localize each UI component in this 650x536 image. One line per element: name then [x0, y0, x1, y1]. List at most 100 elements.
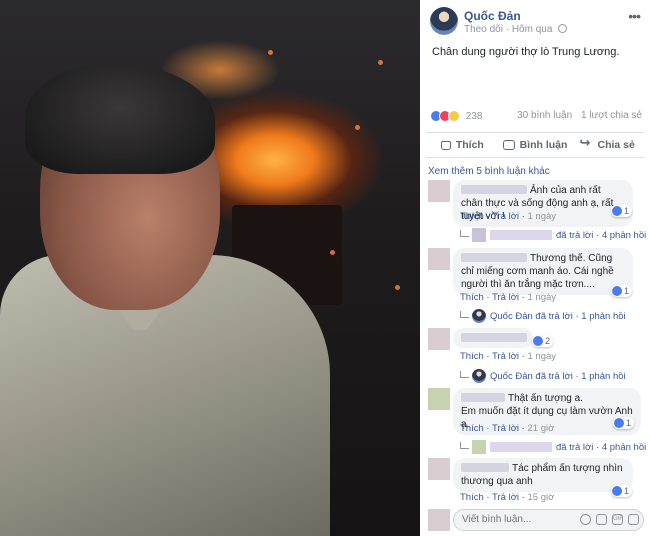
- comment-bubble: Tác phẩm ấn tượng nhìn thương qua anh: [453, 458, 633, 492]
- comment-like-link[interactable]: Thích: [460, 351, 484, 362]
- comment-like-link[interactable]: Thích: [460, 211, 484, 222]
- reply-summary[interactable]: Quốc Đản đã trả lời · 1 phản hồi: [460, 309, 626, 323]
- comment-time[interactable]: 1 ngày: [528, 351, 557, 362]
- comment-composer: GIF: [428, 508, 644, 534]
- replier-avatar: [472, 228, 486, 242]
- comment-actions: Thích · Trả lời · 1 ngày: [460, 211, 557, 222]
- current-user-avatar: [428, 509, 450, 531]
- share-button[interactable]: Chia sẻ: [571, 133, 644, 157]
- comment-time[interactable]: 1 ngày: [528, 211, 557, 222]
- comment-actions: Thích · Trả lời · 1 ngày: [460, 292, 557, 303]
- camera-icon[interactable]: [596, 514, 607, 525]
- replier-name: Quốc Đản: [490, 371, 533, 382]
- spark: [268, 50, 273, 55]
- reply-count: 4 phản hồi: [601, 442, 647, 453]
- commenter-name[interactable]: [461, 463, 509, 472]
- reactions-summary[interactable]: 238: [430, 110, 482, 122]
- see-more-comments[interactable]: Xem thêm 5 bình luận khác: [428, 166, 550, 177]
- reply-summary[interactable]: Quốc Đản đã trả lời · 1 phản hồi: [460, 369, 626, 383]
- commenter-avatar[interactable]: [428, 388, 450, 410]
- comment-reply-link[interactable]: Trả lời: [492, 423, 519, 434]
- replier-avatar: [472, 309, 486, 323]
- spark: [330, 250, 335, 255]
- reply-action: đã trả lời: [535, 311, 573, 322]
- comment-reply-link[interactable]: Trả lời: [492, 351, 519, 362]
- reply-arrow-icon: [460, 311, 469, 318]
- comment-like-link[interactable]: Thích: [460, 292, 484, 303]
- like-count: 2: [545, 336, 551, 346]
- post-photo[interactable]: [0, 0, 420, 536]
- thumbs-up-icon: [440, 140, 451, 150]
- comment-bubble: [453, 328, 533, 348]
- author-avatar[interactable]: [430, 7, 458, 35]
- comment-input-box[interactable]: GIF: [453, 509, 644, 531]
- commenter-name[interactable]: [461, 253, 527, 262]
- post-time[interactable]: Hôm qua: [512, 24, 553, 35]
- comment-reply-link[interactable]: Trả lời: [492, 492, 519, 503]
- comments-count[interactable]: 30 bình luận: [517, 110, 572, 121]
- comment-like-count[interactable]: 1: [611, 285, 633, 297]
- reply-action: đã trả lời: [535, 371, 573, 382]
- comment-like-count[interactable]: 1: [611, 485, 633, 497]
- like-icon: [612, 206, 622, 216]
- more-options-icon[interactable]: •••: [628, 8, 641, 24]
- comment-like-count[interactable]: 1: [613, 417, 635, 429]
- emoji-icon[interactable]: [580, 514, 591, 525]
- comment-reply-link[interactable]: Trả lời: [492, 292, 519, 303]
- like-count: 1: [624, 486, 630, 496]
- post-panel: Quốc Đản Theo dõi · Hôm qua ••• Chân dun…: [420, 0, 650, 536]
- comment-label: Bình luận: [519, 139, 568, 151]
- commenter-name[interactable]: [461, 185, 527, 194]
- post-stats: 238 30 bình luận 1 lượt chia sẻ: [430, 110, 642, 124]
- commenter-avatar[interactable]: [428, 328, 450, 350]
- replier-name: Quốc Đản: [490, 311, 533, 322]
- comment-like-count[interactable]: 1: [611, 205, 633, 217]
- replier-avatar: [472, 369, 486, 383]
- spark: [395, 285, 400, 290]
- comment-bubble: Thương thế. Cũng chỉ miếng cơm manh áo. …: [453, 248, 633, 295]
- comment-like-link[interactable]: Thích: [460, 423, 484, 434]
- comment-time[interactable]: 1 ngày: [528, 292, 557, 303]
- comment-reply-link[interactable]: Trả lời: [492, 211, 519, 222]
- sticker-icon[interactable]: [628, 514, 639, 525]
- commenter-name[interactable]: [461, 393, 505, 402]
- commenter-avatar[interactable]: [428, 458, 450, 480]
- comment-button[interactable]: Bình luận: [499, 133, 572, 157]
- sad-reaction-icon: [448, 110, 460, 122]
- comment-actions: Thích · Trả lời · 21 giờ: [460, 423, 555, 434]
- reply-arrow-icon: [460, 371, 469, 378]
- commenter-avatar[interactable]: [428, 180, 450, 202]
- comment-time[interactable]: 21 giờ: [528, 423, 555, 434]
- spark: [355, 125, 360, 130]
- spark: [378, 60, 383, 65]
- like-count: 1: [624, 286, 630, 296]
- like-count: 1: [626, 418, 632, 428]
- shares-count[interactable]: 1 lượt chia sẻ: [581, 110, 642, 121]
- comment-input[interactable]: [462, 514, 572, 525]
- follow-link[interactable]: Theo dõi: [464, 24, 503, 35]
- gif-icon[interactable]: GIF: [612, 514, 623, 525]
- commenter-name[interactable]: [461, 333, 527, 342]
- like-button[interactable]: Thích: [426, 133, 499, 157]
- comment-like-count[interactable]: 2: [532, 335, 554, 347]
- reaction-count: 238: [465, 110, 483, 122]
- reply-summary[interactable]: đã trả lời · 4 phản hồi: [460, 440, 646, 454]
- post-actions: Thích Bình luận Chia sẻ: [426, 132, 644, 158]
- comment-like-link[interactable]: Thích: [460, 492, 484, 503]
- reply-arrow-icon: [460, 230, 469, 237]
- comment-time[interactable]: 15 giờ: [528, 492, 555, 503]
- composer-icons: GIF: [580, 514, 639, 525]
- post-caption: Chân dung người thợ lò Trung Lương.: [432, 46, 620, 58]
- reply-count: 1 phản hồi: [581, 311, 626, 322]
- comment-actions: Thích · Trả lời · 15 giờ: [460, 492, 555, 503]
- author-name[interactable]: Quốc Đản: [464, 9, 521, 23]
- replier-name: [490, 230, 552, 240]
- like-icon: [533, 336, 543, 346]
- replier-avatar: [472, 440, 486, 454]
- commenter-avatar[interactable]: [428, 248, 450, 270]
- reply-summary[interactable]: đã trả lời · 4 phản hồi: [460, 228, 646, 242]
- like-count: 1: [624, 206, 630, 216]
- comment-actions: Thích · Trả lời · 1 ngày: [460, 351, 557, 362]
- reply-count: 1 phản hồi: [581, 371, 626, 382]
- globe-icon: [558, 24, 568, 33]
